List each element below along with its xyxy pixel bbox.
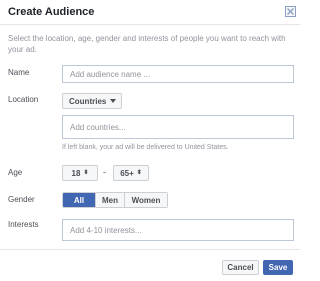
gender-selector: All Men Women	[62, 192, 168, 208]
close-button[interactable]	[285, 6, 296, 17]
countries-input[interactable]	[62, 115, 294, 139]
chevron-down-icon	[110, 99, 117, 103]
dialog-title: Create Audience	[8, 6, 95, 18]
gender-option-men[interactable]: Men	[95, 193, 124, 207]
gender-option-women[interactable]: Women	[124, 193, 167, 207]
audience-name-input[interactable]	[62, 65, 294, 83]
save-button[interactable]: Save	[263, 260, 293, 275]
close-x-icon	[287, 8, 294, 15]
age-separator: -	[103, 167, 106, 177]
footer-divider	[0, 249, 300, 250]
age-max-value: 65+	[120, 168, 134, 178]
location-label: Location	[8, 95, 39, 104]
interests-label: Interests	[8, 220, 39, 229]
dialog-header: Create Audience	[0, 0, 300, 25]
name-label: Name	[8, 68, 30, 77]
cancel-button[interactable]: Cancel	[222, 260, 259, 275]
create-audience-dialog: Create Audience Select the location, age…	[0, 0, 300, 281]
age-min-select[interactable]: 18 ⬍	[62, 165, 98, 181]
gender-option-all[interactable]: All	[63, 193, 95, 207]
location-type-value: Countries	[69, 96, 107, 106]
location-type-dropdown[interactable]: Countries	[62, 93, 122, 109]
updown-arrows-icon: ⬍	[136, 169, 142, 176]
location-helper-text: If left blank, your ad will be delivered…	[62, 144, 229, 151]
age-min-value: 18	[71, 168, 81, 178]
updown-arrows-icon: ⬍	[83, 169, 89, 176]
age-label: Age	[8, 168, 23, 177]
interests-input[interactable]	[62, 219, 294, 241]
dialog-intro-text: Select the location, age, gender and int…	[8, 34, 286, 54]
gender-label: Gender	[8, 195, 35, 204]
age-max-select[interactable]: 65+ ⬍	[113, 165, 149, 181]
